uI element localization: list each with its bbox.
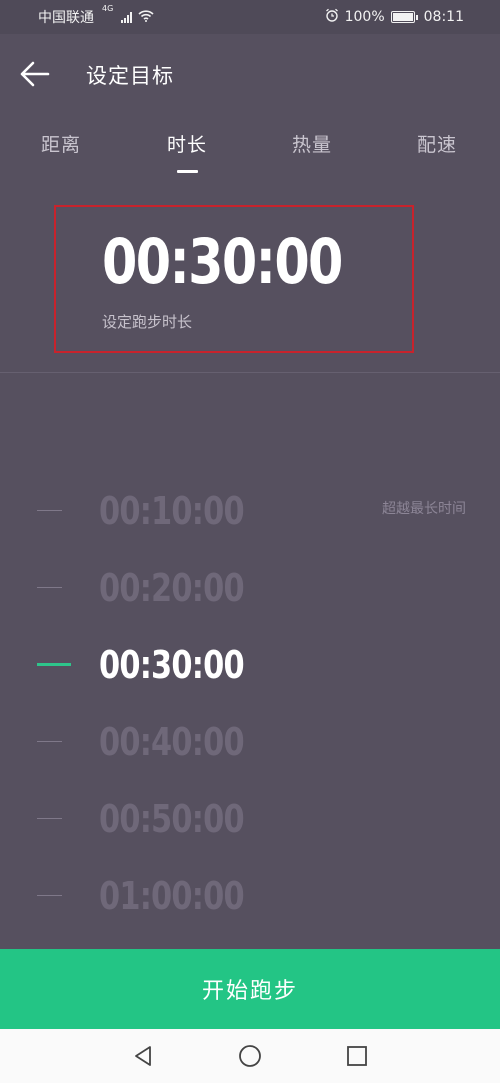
picker-tick [37, 587, 62, 588]
tab-distance[interactable]: 距离 [41, 130, 81, 157]
target-time-value: 00:30:00 [102, 225, 343, 298]
back-triangle-icon [135, 1046, 151, 1066]
home-circle-icon [239, 1045, 261, 1067]
tab-duration[interactable]: 时长 [167, 130, 207, 157]
picker-option-selected[interactable]: 00:30:00 [0, 629, 500, 689]
picker-option-label: 00:20:00 [99, 566, 245, 610]
picker-option-label: 00:30:00 [99, 643, 245, 687]
active-tab-indicator [177, 170, 198, 173]
picker-option[interactable]: 01:00:00 [0, 860, 500, 920]
system-nav-bar [0, 1029, 500, 1083]
picker-option-label: 00:50:00 [99, 797, 245, 841]
picker-option-label: 01:00:00 [99, 874, 245, 918]
status-left: 中国联通 4G [38, 4, 154, 27]
picker-option-label: 00:10:00 [99, 489, 245, 533]
network-type-label: 4G [102, 4, 114, 13]
exceed-max-label: 超越最长时间 [382, 501, 466, 517]
picker-selected-tick [37, 663, 71, 666]
app-header: 设定目标 [0, 34, 500, 114]
nav-home-button[interactable] [238, 1044, 262, 1068]
nav-back-button[interactable] [131, 1044, 155, 1068]
tab-calories[interactable]: 热量 [292, 130, 332, 157]
picker-option[interactable]: 00:40:00 [0, 706, 500, 766]
arrow-left-icon [20, 61, 50, 87]
picker-option[interactable]: 00:50:00 [0, 783, 500, 843]
page-title: 设定目标 [86, 64, 174, 88]
picker-option-label: 00:40:00 [99, 720, 245, 764]
recents-square-icon [347, 1046, 367, 1066]
clock: 08:11 [423, 9, 464, 25]
wifi-icon [138, 9, 154, 26]
battery-icon [390, 11, 418, 23]
signal-icon [121, 11, 133, 23]
target-subtitle: 设定跑步时长 [102, 313, 193, 331]
status-right: 100% 08:11 [325, 8, 464, 26]
back-button[interactable] [20, 60, 50, 88]
nav-recents-button[interactable] [345, 1044, 369, 1068]
tab-pace[interactable]: 配速 [417, 130, 457, 157]
duration-picker[interactable]: 00:10:00 00:20:00 00:30:00 00:40:00 00:5… [0, 470, 500, 930]
start-run-button[interactable]: 开始跑步 [0, 949, 500, 1029]
divider [0, 372, 500, 373]
picker-tick [37, 510, 62, 511]
picker-tick [37, 895, 62, 896]
status-bar: 中国联通 4G 100% 08:11 [0, 0, 500, 34]
picker-option[interactable]: 00:20:00 [0, 552, 500, 612]
network-type: 4G [100, 4, 113, 25]
battery-percent: 100% [344, 9, 385, 25]
carrier-label: 中国联通 [38, 10, 94, 26]
picker-tick [37, 818, 62, 819]
alarm-icon [325, 8, 339, 26]
target-display: 00:30:00 设定跑步时长 [54, 205, 414, 353]
picker-tick [37, 741, 62, 742]
goal-type-tabs: 距离 时长 热量 配速 [0, 114, 500, 176]
